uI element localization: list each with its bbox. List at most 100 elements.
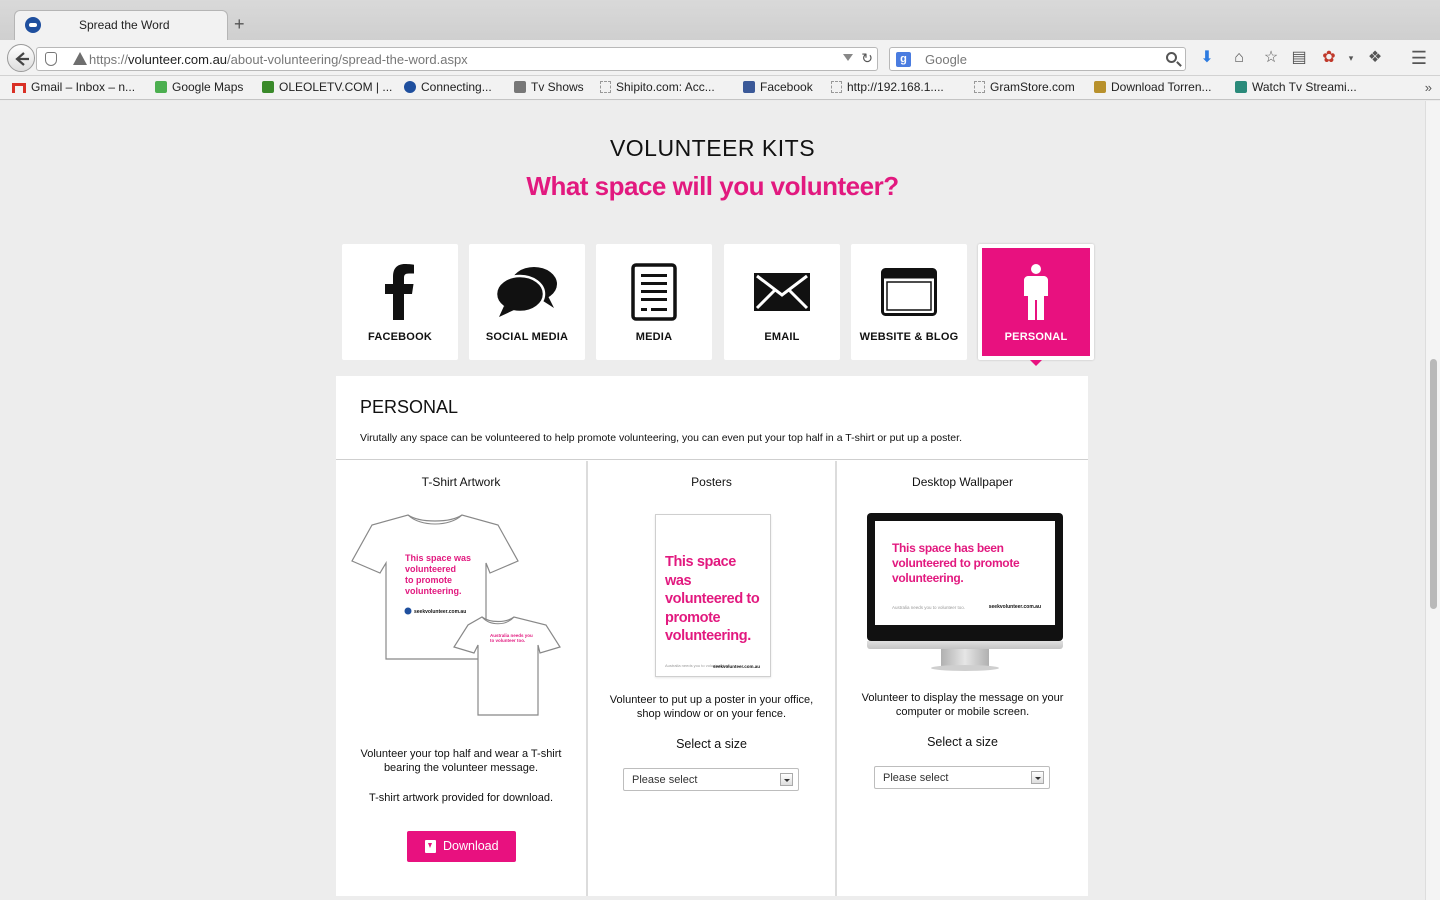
tile-label: EMAIL bbox=[764, 331, 800, 343]
identity-shield-icon[interactable] bbox=[45, 52, 57, 66]
monitor-base bbox=[931, 665, 999, 671]
select-size-label: Select a size bbox=[927, 735, 998, 749]
tshirt-front-text-line: volunteering. bbox=[405, 586, 462, 596]
menu-icon[interactable]: ☰ bbox=[1410, 49, 1428, 67]
shield-icon bbox=[1094, 81, 1106, 93]
page-scrollbar[interactable] bbox=[1425, 101, 1440, 900]
select-size-label: Select a size bbox=[676, 737, 747, 751]
new-tab-button[interactable]: + bbox=[234, 14, 245, 34]
tshirt-front-text-line: to promote bbox=[405, 575, 452, 585]
bookmark-item[interactable]: Facebook bbox=[743, 80, 813, 94]
bookmark-label: Connecting... bbox=[421, 80, 492, 94]
bookmark-label: Tv Shows bbox=[531, 80, 584, 94]
bookmark-label: GramStore.com bbox=[990, 80, 1075, 94]
column-note: T-shirt artwork provided for download. bbox=[368, 792, 554, 804]
select-value: Please select bbox=[883, 772, 949, 784]
kit-tile-email[interactable]: EMAIL bbox=[724, 244, 840, 360]
column-description: Volunteer to display the message on your… bbox=[861, 692, 1064, 718]
poster-preview-image: This space was volunteered to promote vo… bbox=[655, 514, 771, 677]
address-bar[interactable]: https://volunteer.com.au/about-volunteer… bbox=[36, 47, 878, 71]
tile-label: PERSONAL bbox=[1004, 331, 1068, 343]
browser-tab[interactable]: Spread the Word bbox=[14, 10, 228, 40]
home-icon[interactable]: ⌂ bbox=[1230, 49, 1248, 67]
bookmark-item[interactable]: Watch Tv Streami... bbox=[1235, 80, 1357, 94]
back-arrow-icon bbox=[15, 52, 29, 66]
speech-bubbles-icon bbox=[469, 262, 585, 322]
page-subtitle: What space will you volunteer? bbox=[526, 171, 899, 201]
bookmark-label: Google Maps bbox=[172, 80, 244, 94]
bookmark-item[interactable]: OLEOLETV.COM | ... bbox=[262, 80, 392, 94]
download-button[interactable]: Download bbox=[407, 831, 516, 862]
bookmark-item[interactable]: http://192.168.1.... bbox=[831, 80, 944, 94]
tab-title: Spread the Word bbox=[79, 18, 170, 32]
scrollbar-thumb[interactable] bbox=[1430, 359, 1437, 609]
download-label: Download bbox=[443, 839, 499, 853]
search-input[interactable]: Google bbox=[925, 52, 967, 67]
navigation-toolbar: https://volunteer.com.au/about-volunteer… bbox=[0, 40, 1440, 76]
tshirt-front-text-line: volunteered bbox=[405, 564, 456, 574]
bookmark-star-icon[interactable]: ☆ bbox=[1262, 49, 1280, 67]
kit-tile-media[interactable]: MEDIA bbox=[596, 244, 712, 360]
tshirt-front-text-line: This space was bbox=[405, 553, 471, 563]
extension-dropdown-icon[interactable]: ▾ bbox=[1342, 49, 1360, 67]
tshirt-artwork-image: This space was volunteered to promote vo… bbox=[351, 514, 561, 716]
downloads-icon[interactable]: ⬇ bbox=[1198, 49, 1216, 67]
kit-tile-social-media[interactable]: SOCIAL MEDIA bbox=[469, 244, 585, 360]
search-engine-icon[interactable]: g bbox=[896, 52, 911, 67]
column-title: T-Shirt Artwork bbox=[421, 475, 501, 489]
bookmark-item[interactable]: Google Maps bbox=[155, 80, 243, 94]
bookmark-item[interactable]: Connecting... bbox=[404, 80, 492, 94]
chevron-down-icon[interactable] bbox=[1031, 771, 1044, 784]
wallpaper-size-select[interactable]: Please select bbox=[874, 766, 1050, 789]
person-icon bbox=[978, 262, 1094, 322]
monitor-frame: This space has been volunteered to promo… bbox=[867, 513, 1063, 641]
page-icon bbox=[831, 81, 842, 93]
bookmark-item[interactable]: Download Torren... bbox=[1094, 80, 1212, 94]
wallpaper-tagline: Australia needs you to volunteer too. bbox=[892, 605, 966, 610]
column-description: Volunteer to put up a poster in your off… bbox=[609, 694, 814, 720]
bookmarks-toolbar: Gmail – Inbox – n... Google Maps OLEOLETV.… bbox=[0, 76, 1440, 100]
back-button[interactable] bbox=[7, 44, 35, 72]
url-history-dropdown-icon[interactable] bbox=[843, 54, 853, 61]
globe-icon bbox=[404, 81, 416, 93]
active-tile-pointer bbox=[1030, 360, 1042, 366]
bookmark-label: Download Torren... bbox=[1111, 80, 1212, 94]
bookmark-label: Shipito.com: Acc... bbox=[616, 80, 715, 94]
bookmark-item[interactable]: GramStore.com bbox=[974, 80, 1075, 94]
bookmark-label: OLEOLETV.COM | ... bbox=[279, 80, 393, 94]
chevron-down-icon[interactable] bbox=[780, 773, 793, 786]
mixed-content-warning-icon[interactable] bbox=[73, 52, 87, 65]
tv-icon bbox=[1235, 81, 1247, 93]
kit-tile-website-blog[interactable]: WEBSITE & BLOG bbox=[851, 244, 967, 360]
page-icon bbox=[600, 81, 611, 93]
document-icon bbox=[596, 262, 712, 322]
poster-size-select[interactable]: Please select bbox=[623, 768, 799, 791]
reload-icon[interactable]: ↻ bbox=[861, 50, 873, 67]
extension-icon[interactable]: ✿ bbox=[1320, 49, 1338, 67]
bookmark-label: Watch Tv Streami... bbox=[1252, 80, 1357, 94]
page-title: VOLUNTEER KITS bbox=[609, 135, 816, 161]
search-icon[interactable] bbox=[1166, 52, 1177, 63]
poster-headline: This space was volunteered to promote vo… bbox=[665, 554, 760, 644]
bookmark-item[interactable]: Gmail – Inbox – n... bbox=[12, 80, 135, 94]
tile-label: FACEBOOK bbox=[368, 331, 432, 343]
wallpaper-column: Desktop Wallpaper This space has been vo… bbox=[837, 461, 1088, 896]
search-bar[interactable]: g Google bbox=[889, 47, 1186, 71]
bookmarks-overflow-icon[interactable]: » bbox=[1425, 80, 1432, 95]
tshirt-logo-text: seekvolunteer.com.au bbox=[414, 609, 466, 615]
tshirt-back-text-line: to volunteer too. bbox=[490, 638, 525, 643]
kit-tile-facebook[interactable]: FACEBOOK bbox=[342, 244, 458, 360]
bookmarks-list-icon[interactable]: ▤ bbox=[1290, 49, 1308, 67]
addon-icon[interactable]: ❖ bbox=[1366, 49, 1384, 67]
bookmark-label: Gmail – Inbox – n... bbox=[31, 80, 136, 94]
column-title: Posters bbox=[691, 475, 732, 489]
panel-title: PERSONAL bbox=[360, 397, 459, 417]
download-icon bbox=[425, 840, 436, 853]
posters-column: Posters This space was volunteered to pr… bbox=[588, 461, 835, 896]
monitor-screen: This space has been volunteered to promo… bbox=[875, 521, 1055, 625]
bookmark-item[interactable]: Tv Shows bbox=[514, 80, 584, 94]
wallpaper-logo: seekvolunteer.com.au bbox=[988, 604, 1041, 610]
bookmark-item[interactable]: Shipito.com: Acc... bbox=[600, 80, 715, 94]
kit-tile-personal[interactable]: PERSONAL bbox=[978, 244, 1094, 360]
url-text[interactable]: https://volunteer.com.au/about-volunteer… bbox=[89, 52, 468, 67]
